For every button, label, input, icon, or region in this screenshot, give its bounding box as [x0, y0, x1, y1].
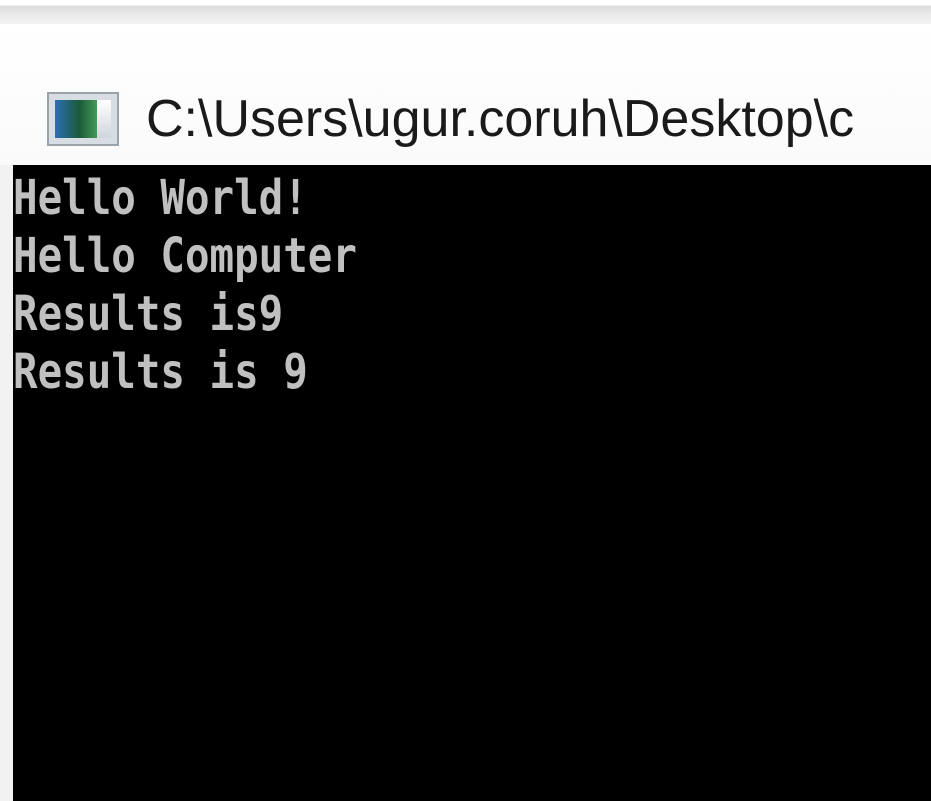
console-line: Results is 9 — [13, 344, 308, 400]
console-output: Hello World! Hello Computer Results is9 … — [13, 169, 418, 401]
console-window-icon[interactable] — [47, 92, 119, 146]
console-window-icon-screen — [55, 100, 99, 138]
window-top-edge — [0, 0, 931, 24]
title-bar[interactable]: C:\Users\ugur.coruh\Desktop\c — [0, 24, 931, 165]
console-line: Results is9 — [13, 286, 284, 342]
console-line: Hello World! — [13, 170, 308, 226]
console-line: Hello Computer — [13, 228, 357, 284]
console-window-icon-panel — [97, 100, 111, 138]
window-title: C:\Users\ugur.coruh\Desktop\c — [146, 90, 855, 148]
console-output-area[interactable]: Hello World! Hello Computer Results is9 … — [13, 165, 931, 801]
console-window: C:\Users\ugur.coruh\Desktop\c Hello Worl… — [0, 0, 931, 801]
